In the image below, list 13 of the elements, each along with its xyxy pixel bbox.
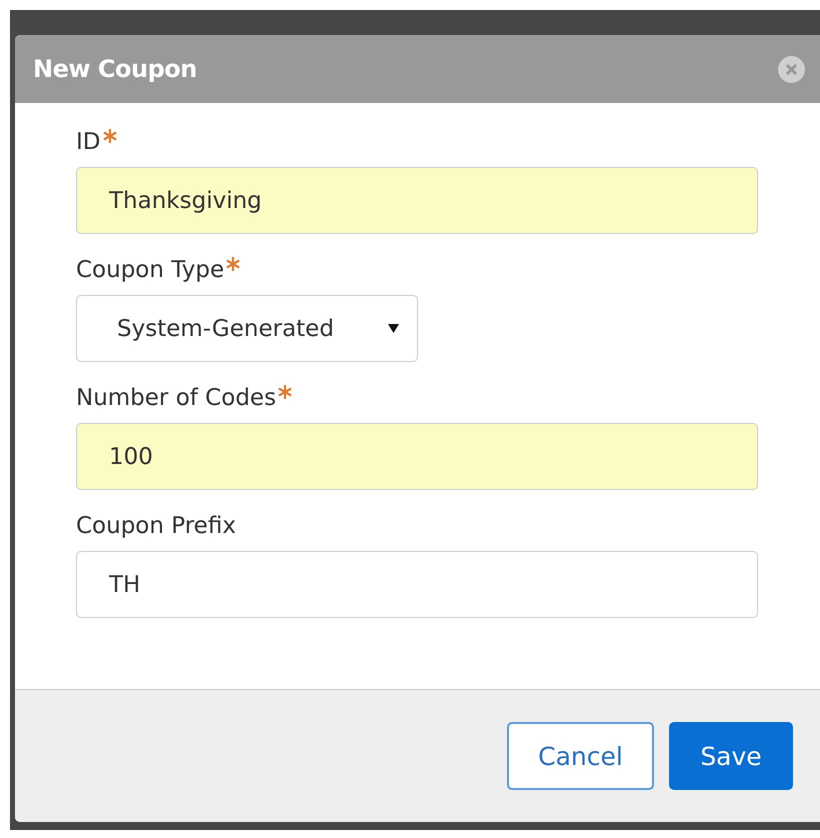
cancel-button[interactable]: Cancel xyxy=(507,722,654,790)
field-label: ID xyxy=(76,129,100,155)
caret-icon xyxy=(388,324,399,333)
input-field[interactable]: TH xyxy=(76,551,758,618)
dropdown[interactable]: System-Generated xyxy=(76,295,418,362)
close-icon[interactable] xyxy=(778,56,805,82)
field-label: Coupon Type xyxy=(76,257,224,283)
input-field[interactable]: 100 xyxy=(76,423,758,490)
field-label: Coupon Prefix xyxy=(76,513,236,539)
dialog-title: New Coupon xyxy=(33,55,197,83)
input-field[interactable]: Thanksgiving xyxy=(76,167,758,234)
save-button[interactable]: Save xyxy=(669,722,793,790)
field-label: Number of Codes xyxy=(76,385,276,411)
